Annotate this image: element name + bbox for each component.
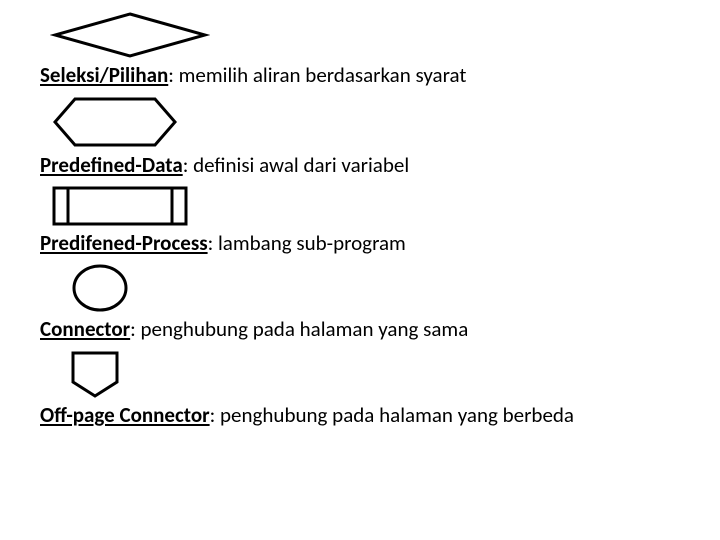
predefined-process-icon	[50, 184, 680, 228]
legend-term: Predifened-Process	[40, 230, 208, 256]
legend-sep: :	[183, 152, 193, 178]
legend-sep: :	[130, 316, 140, 342]
legend-sep: :	[168, 62, 178, 88]
legend-entry-predefined-data: Predefined-Data: definisi awal dari vari…	[40, 94, 680, 178]
legend-term: Connector	[40, 316, 130, 342]
legend-sep: :	[208, 230, 218, 256]
legend-desc: penghubung pada halaman yang sama	[141, 316, 469, 342]
legend-term: Seleksi/Pilihan	[40, 62, 168, 88]
legend-desc: memilih aliran berdasarkan syarat	[179, 62, 467, 88]
hexagon-icon	[50, 94, 680, 150]
legend-label: Predefined-Data: definisi awal dari vari…	[40, 152, 680, 178]
legend-label: Predifened-Process: lambang sub-program	[40, 230, 680, 256]
legend-entry-decision: Seleksi/Pilihan: memilih aliran berdasar…	[40, 10, 680, 88]
legend-entry-predefined-process: Predifened-Process: lambang sub-program	[40, 184, 680, 256]
decision-icon	[50, 10, 680, 60]
legend-entry-connector: Connector: penghubung pada halaman yang …	[40, 262, 680, 342]
legend-desc: definisi awal dari variabel	[193, 152, 409, 178]
offpage-connector-icon	[65, 348, 680, 400]
legend-desc: penghubung pada halaman yang berbeda	[220, 402, 574, 428]
legend-sep: :	[210, 402, 220, 428]
legend-desc: lambang sub-program	[218, 230, 406, 256]
legend-entry-offpage-connector: Off-page Connector: penghubung pada hala…	[40, 348, 680, 428]
legend-label: Connector: penghubung pada halaman yang …	[40, 316, 680, 342]
legend-label: Off-page Connector: penghubung pada hala…	[40, 402, 680, 428]
connector-icon	[70, 262, 680, 314]
legend-label: Seleksi/Pilihan: memilih aliran berdasar…	[40, 62, 680, 88]
legend-term: Off-page Connector	[40, 402, 210, 428]
legend-term: Predefined-Data	[40, 152, 183, 178]
